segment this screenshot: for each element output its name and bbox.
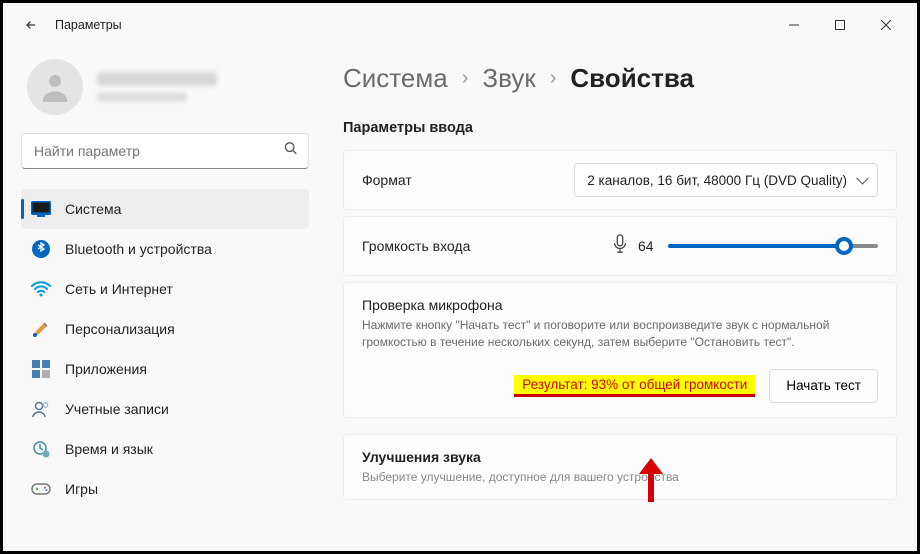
input-volume-card: Громкость входа 64 [343,216,897,276]
sidebar-item-accounts[interactable]: Учетные записи [21,389,309,429]
mic-test-card: Проверка микрофона Нажмите кнопку "Начат… [343,282,897,418]
format-label: Формат [362,172,412,188]
start-test-button[interactable]: Начать тест [769,369,878,403]
sidebar-item-apps[interactable]: Приложения [21,349,309,389]
back-button[interactable] [15,9,47,41]
breadcrumb-system[interactable]: Система [343,63,448,94]
sidebar-item-gaming[interactable]: Игры [21,469,309,509]
breadcrumb: Система › Звук › Свойства [343,47,897,120]
sidebar-item-label: Приложения [65,361,147,377]
maximize-button[interactable] [817,9,863,41]
chevron-right-icon: › [550,67,557,90]
breadcrumb-sound[interactable]: Звук [482,63,535,94]
user-email [97,92,187,102]
sidebar: Система Bluetooth и устройства Сеть и Ин… [3,47,323,551]
main-content: Система › Звук › Свойства Параметры ввод… [323,47,917,551]
sidebar-item-time-language[interactable]: Время и язык [21,429,309,469]
wifi-icon [31,279,51,299]
sidebar-item-label: Система [65,201,121,217]
close-button[interactable] [863,9,909,41]
search-box[interactable] [21,133,309,169]
sidebar-item-label: Время и язык [65,441,153,457]
sidebar-item-label: Учетные записи [65,401,169,417]
input-volume-label: Громкость входа [362,238,470,254]
enhancements-title: Улучшения звука [362,449,878,465]
mic-test-title: Проверка микрофона [362,297,878,313]
accounts-icon [31,399,51,419]
window-controls [771,9,909,41]
format-card: Формат 2 каналов, 16 бит, 48000 Гц (DVD … [343,150,897,210]
sidebar-item-label: Bluetooth и устройства [65,241,212,257]
search-input[interactable] [21,133,309,169]
input-volume-value: 64 [638,238,658,254]
user-name [97,72,217,86]
enhancements-hint: Выберите улучшение, доступное для вашего… [362,469,878,486]
format-value: 2 каналов, 16 бит, 48000 Гц (DVD Quality… [587,173,847,188]
user-block[interactable] [21,47,309,133]
sidebar-nav: Система Bluetooth и устройства Сеть и Ин… [21,189,309,509]
input-volume-slider[interactable] [668,237,878,255]
titlebar: Параметры [3,3,917,47]
chevron-right-icon: › [462,67,469,90]
microphone-icon [612,234,628,259]
bluetooth-icon [31,239,51,259]
app-title: Параметры [55,18,122,32]
minimize-button[interactable] [771,9,817,41]
system-icon [31,199,51,219]
sidebar-item-network[interactable]: Сеть и Интернет [21,269,309,309]
sidebar-item-bluetooth[interactable]: Bluetooth и устройства [21,229,309,269]
mic-test-result: Результат: 93% от общей громкости [514,375,755,397]
sidebar-item-label: Сеть и Интернет [65,281,173,297]
avatar [27,59,83,115]
enhancements-card[interactable]: Улучшения звука Выберите улучшение, дост… [343,434,897,501]
sidebar-item-label: Игры [65,481,98,497]
mic-test-hint: Нажмите кнопку "Начать тест" и поговорит… [362,317,878,351]
sidebar-item-personalization[interactable]: Персонализация [21,309,309,349]
input-params-heading: Параметры ввода [343,120,897,136]
paintbrush-icon [31,319,51,339]
gaming-icon [31,479,51,499]
format-select[interactable]: 2 каналов, 16 бит, 48000 Гц (DVD Quality… [574,163,878,197]
search-icon [283,141,299,162]
time-language-icon [31,439,51,459]
breadcrumb-current: Свойства [570,63,694,94]
apps-icon [31,359,51,379]
sidebar-item-label: Персонализация [65,321,175,337]
sidebar-item-system[interactable]: Система [21,189,309,229]
